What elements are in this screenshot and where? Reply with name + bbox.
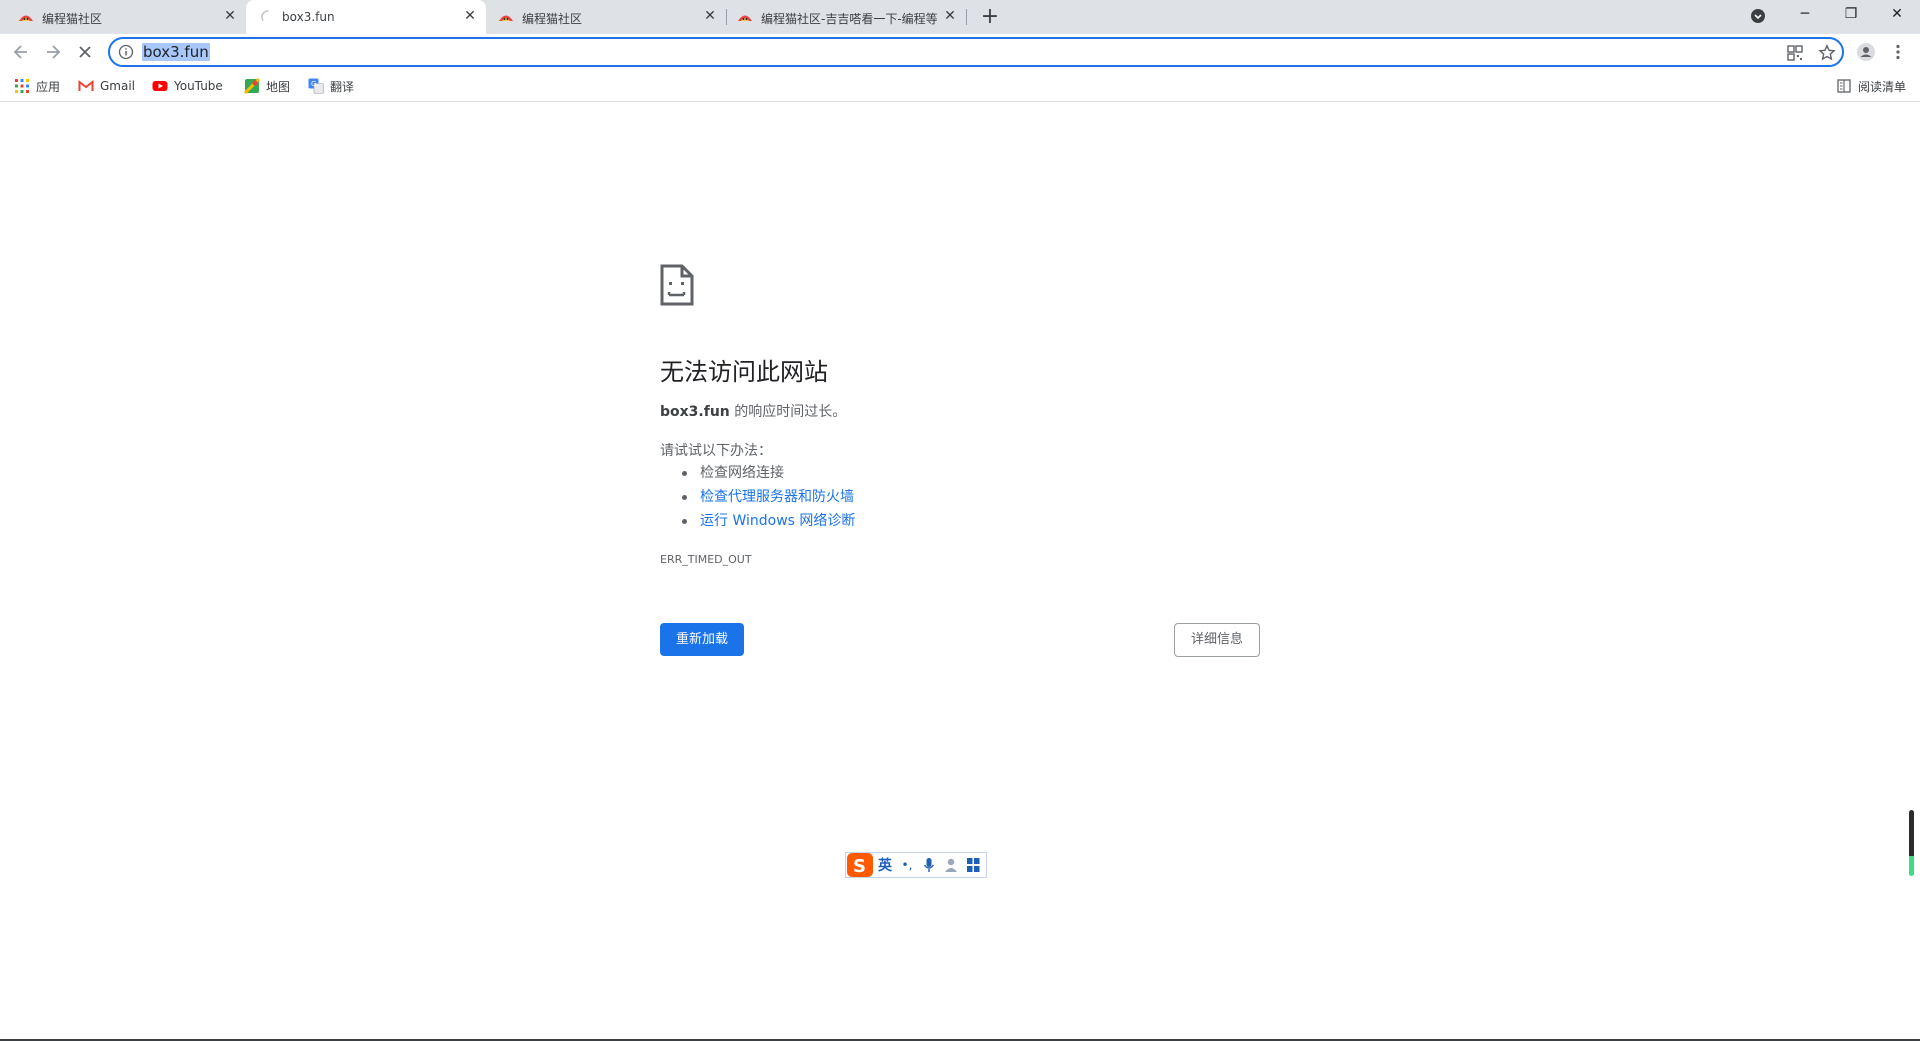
sad-page-icon	[660, 264, 694, 306]
bookmark-youtube[interactable]: YouTube	[152, 78, 223, 94]
tab-3[interactable]: 编程猫社区 ✕	[486, 0, 726, 34]
site-info-icon[interactable]	[118, 44, 134, 60]
bookmark-maps[interactable]: 地图	[244, 78, 290, 94]
error-code: ERR_TIMED_OUT	[660, 553, 752, 566]
bookmark-label: 应用	[36, 79, 61, 94]
bookmark-apps[interactable]: 应用	[14, 78, 60, 94]
menu-kebab-icon[interactable]	[1888, 42, 1908, 62]
suggestions-list: 检查网络连接 检查代理服务器和防火墙 运行 Windows 网络诊断	[680, 463, 855, 535]
microphone-icon[interactable]	[918, 857, 940, 873]
tab-title: box3.fun	[282, 10, 335, 24]
minimize-button[interactable]: ─	[1782, 0, 1828, 30]
user-account-icon[interactable]	[940, 857, 962, 873]
maps-icon	[244, 78, 260, 94]
qr-code-icon[interactable]	[1786, 44, 1804, 62]
suggestion-link-proxy[interactable]: 检查代理服务器和防火墙	[680, 487, 855, 511]
reading-list-button[interactable]: 阅读清单	[1836, 78, 1906, 94]
url-text[interactable]: box3.fun	[142, 43, 210, 61]
codemao-icon	[499, 15, 513, 21]
bookmark-star-icon[interactable]	[1818, 44, 1836, 62]
codemao-icon	[738, 15, 752, 21]
tab-title: 编程猫社区	[42, 12, 103, 26]
svg-text:G: G	[311, 80, 316, 88]
profile-avatar-icon[interactable]	[1856, 42, 1876, 62]
translate-icon: G	[308, 78, 324, 94]
tab-search-icon[interactable]	[1750, 8, 1766, 24]
loading-spinner-icon	[261, 10, 269, 21]
close-window-button[interactable]: ✕	[1874, 0, 1920, 30]
back-arrow-icon[interactable]	[6, 37, 36, 67]
sogou-logo-icon[interactable]: S	[846, 852, 874, 878]
error-desc-suffix: 的响应时间过长。	[729, 404, 847, 420]
tab-4[interactable]: 编程猫社区-吉吉嗒看一下-编程等 ✕	[727, 0, 967, 34]
bookmark-label: 地图	[266, 79, 291, 94]
youtube-icon	[152, 81, 168, 91]
close-tab-icon[interactable]: ✕	[222, 8, 238, 24]
suggestion-link-diagnostics[interactable]: 运行 Windows 网络诊断	[680, 511, 855, 535]
restore-button[interactable]: ❐	[1828, 0, 1874, 30]
bookmark-label: Gmail	[100, 79, 136, 93]
toolbox-grid-icon[interactable]	[962, 857, 984, 873]
ime-mode-toggle[interactable]: 英	[874, 855, 896, 875]
suggestions-heading: 请试试以下办法：	[660, 443, 772, 459]
tab-title: 编程猫社区-吉吉嗒看一下-编程等	[761, 12, 937, 26]
tab-2-active[interactable]: box3.fun ✕	[246, 0, 486, 34]
bookmark-gmail[interactable]: Gmail	[78, 78, 135, 94]
error-host: box3.fun	[660, 404, 730, 420]
ime-toolbar[interactable]: S 英 •,	[845, 852, 987, 878]
bookmark-label: 翻译	[330, 79, 355, 94]
close-tab-icon[interactable]: ✕	[462, 8, 478, 24]
ime-logo-text: S	[853, 856, 866, 877]
bookmark-label: YouTube	[174, 79, 223, 93]
tab-separator	[966, 9, 967, 25]
codemao-icon	[19, 15, 33, 21]
gmail-icon	[78, 79, 94, 91]
toolbar: box3.fun	[0, 34, 1920, 70]
close-tab-icon[interactable]: ✕	[942, 8, 958, 24]
forward-arrow-icon[interactable]	[38, 37, 68, 67]
suggestion-item: 检查网络连接	[680, 463, 855, 487]
apps-grid-icon	[15, 79, 29, 93]
error-description: box3.fun 的响应时间过长。	[660, 401, 846, 421]
tab-1[interactable]: 编程猫社区 ✕	[0, 0, 246, 34]
error-title: 无法访问此网站	[660, 358, 828, 386]
bookmarks-bar: 应用 Gmail YouTube 地图 G 翻译 阅读清单	[0, 70, 1920, 102]
reading-list-label: 阅读清单	[1858, 79, 1907, 94]
close-tab-icon[interactable]: ✕	[702, 8, 718, 24]
ime-punctuation-toggle[interactable]: •,	[896, 858, 918, 872]
address-bar[interactable]: box3.fun	[108, 37, 1844, 67]
bookmark-translate[interactable]: G 翻译	[308, 78, 354, 94]
reload-button[interactable]: 重新加载	[660, 623, 744, 656]
tab-title: 编程猫社区	[522, 12, 583, 26]
details-button[interactable]: 详细信息	[1174, 623, 1260, 657]
tab-strip: 编程猫社区 ✕ box3.fun ✕ 编程猫社区 ✕ 编程猫社区-吉吉嗒看一下-…	[0, 0, 1920, 34]
stop-loading-icon[interactable]	[70, 37, 100, 67]
floating-side-widget[interactable]	[1909, 810, 1914, 876]
new-tab-button[interactable]: +	[977, 4, 1003, 30]
reading-list-icon	[1837, 79, 1851, 93]
